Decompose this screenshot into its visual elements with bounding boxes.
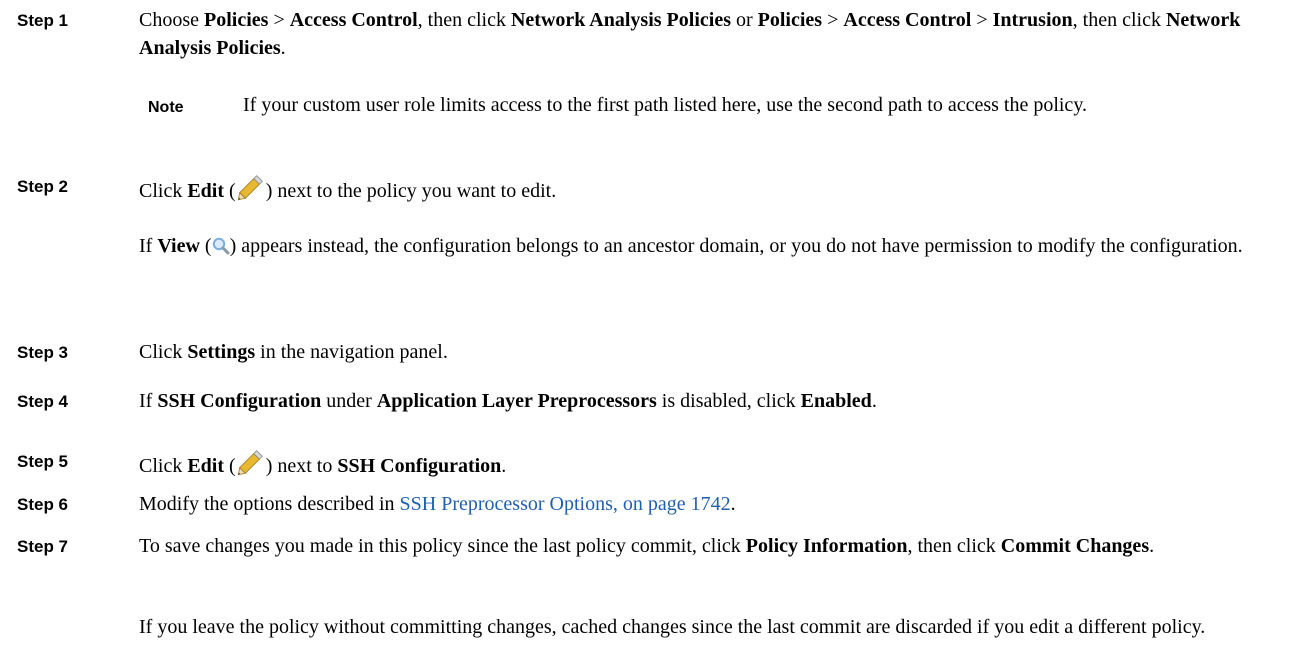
ui-term: Edit [187,455,225,477]
text-run: is disabled, click [656,390,801,412]
step-1-label: Step 1 [17,11,69,30]
text-run: To save changes you made in this policy … [139,535,746,557]
text-run: . [1149,535,1155,557]
ui-term: Policies [204,9,269,31]
note-label: Note [148,99,184,116]
magnifier-icon [212,235,230,263]
text-run: Choose [139,9,204,31]
text-run: . [730,493,736,515]
text-run: ( [224,180,236,202]
ui-term: Access Control [289,9,418,31]
ui-term: SSH Configuration [337,455,502,477]
text-run: . [280,37,286,59]
step-2-text: Click Edit ( ) next to the policy you wan… [139,172,1289,208]
text-run: ) appears instead, the configuration bel… [229,235,1243,257]
step-5-text: Click Edit ( ) next to SSH Configuration. [139,447,1289,483]
text-run: > [971,9,993,31]
text-run: ( [224,455,236,477]
ui-term: Settings [187,341,256,363]
ui-term: Policies [757,9,823,31]
ui-term: Policy Information [745,535,908,557]
step-3-text: Click Settings in the navigation panel. [139,338,1289,366]
text-run: Click [139,455,188,477]
ui-term: Commit Changes [1000,535,1150,557]
text-run: in the navigation panel. [255,341,448,363]
text-run: ) next to the policy you want to edit. [265,180,557,202]
text-run: Click [139,341,188,363]
pencil-icon [236,172,266,208]
step-7-text: To save changes you made in this policy … [139,532,1289,560]
step-4-label: Step 4 [17,392,69,411]
ui-term: SSH Configuration [157,390,322,412]
cross-reference-link[interactable]: SSH Preprocessor Options, on page 1742 [400,493,731,515]
text-run: . [501,455,507,477]
text-run: ) next to [265,455,338,477]
step-7-extra: If you leave the policy without committi… [139,613,1289,641]
text-run: If [139,390,158,412]
step-3-label: Step 3 [17,343,69,362]
ui-term: Network Analysis Policies [510,9,731,31]
text-run: ( [199,235,212,257]
text-run: , then click [907,535,1001,557]
text-run: Modify the options described in [139,493,400,515]
step-6-label: Step 6 [17,495,69,514]
text-run: If you leave the policy without committi… [139,616,1206,638]
ui-term: Enabled [800,390,872,412]
step-2-extra: If View ( ) appears instead, the configur… [139,232,1289,263]
text-run: . [871,390,877,412]
step-2-label: Step 2 [17,177,69,196]
text-run: If [139,235,158,257]
text-run: Click [139,180,188,202]
step-6-text: Modify the options described in SSH Prep… [139,490,1289,518]
ui-term: Application Layer Preprocessors [376,390,657,412]
step-7-label: Step 7 [17,537,69,556]
step-5-label: Step 5 [17,452,69,471]
step-4-text: If SSH Configuration under Application L… [139,387,1289,415]
text-run: > [268,9,290,31]
ui-term: View [157,235,200,257]
ui-term: Access Control [843,9,972,31]
text-run: under [321,390,377,412]
step-1-text: Choose Policies > Access Control, then c… [139,6,1289,62]
pencil-icon [236,447,266,483]
text-run: , then click [1072,9,1166,31]
ui-term: Edit [187,180,225,202]
text-run: > [822,9,844,31]
note-text: If your custom user role limits access t… [243,94,1088,116]
text-run: , then click [417,9,511,31]
text-run: or [730,9,758,31]
ui-term: Intrusion [992,9,1073,31]
